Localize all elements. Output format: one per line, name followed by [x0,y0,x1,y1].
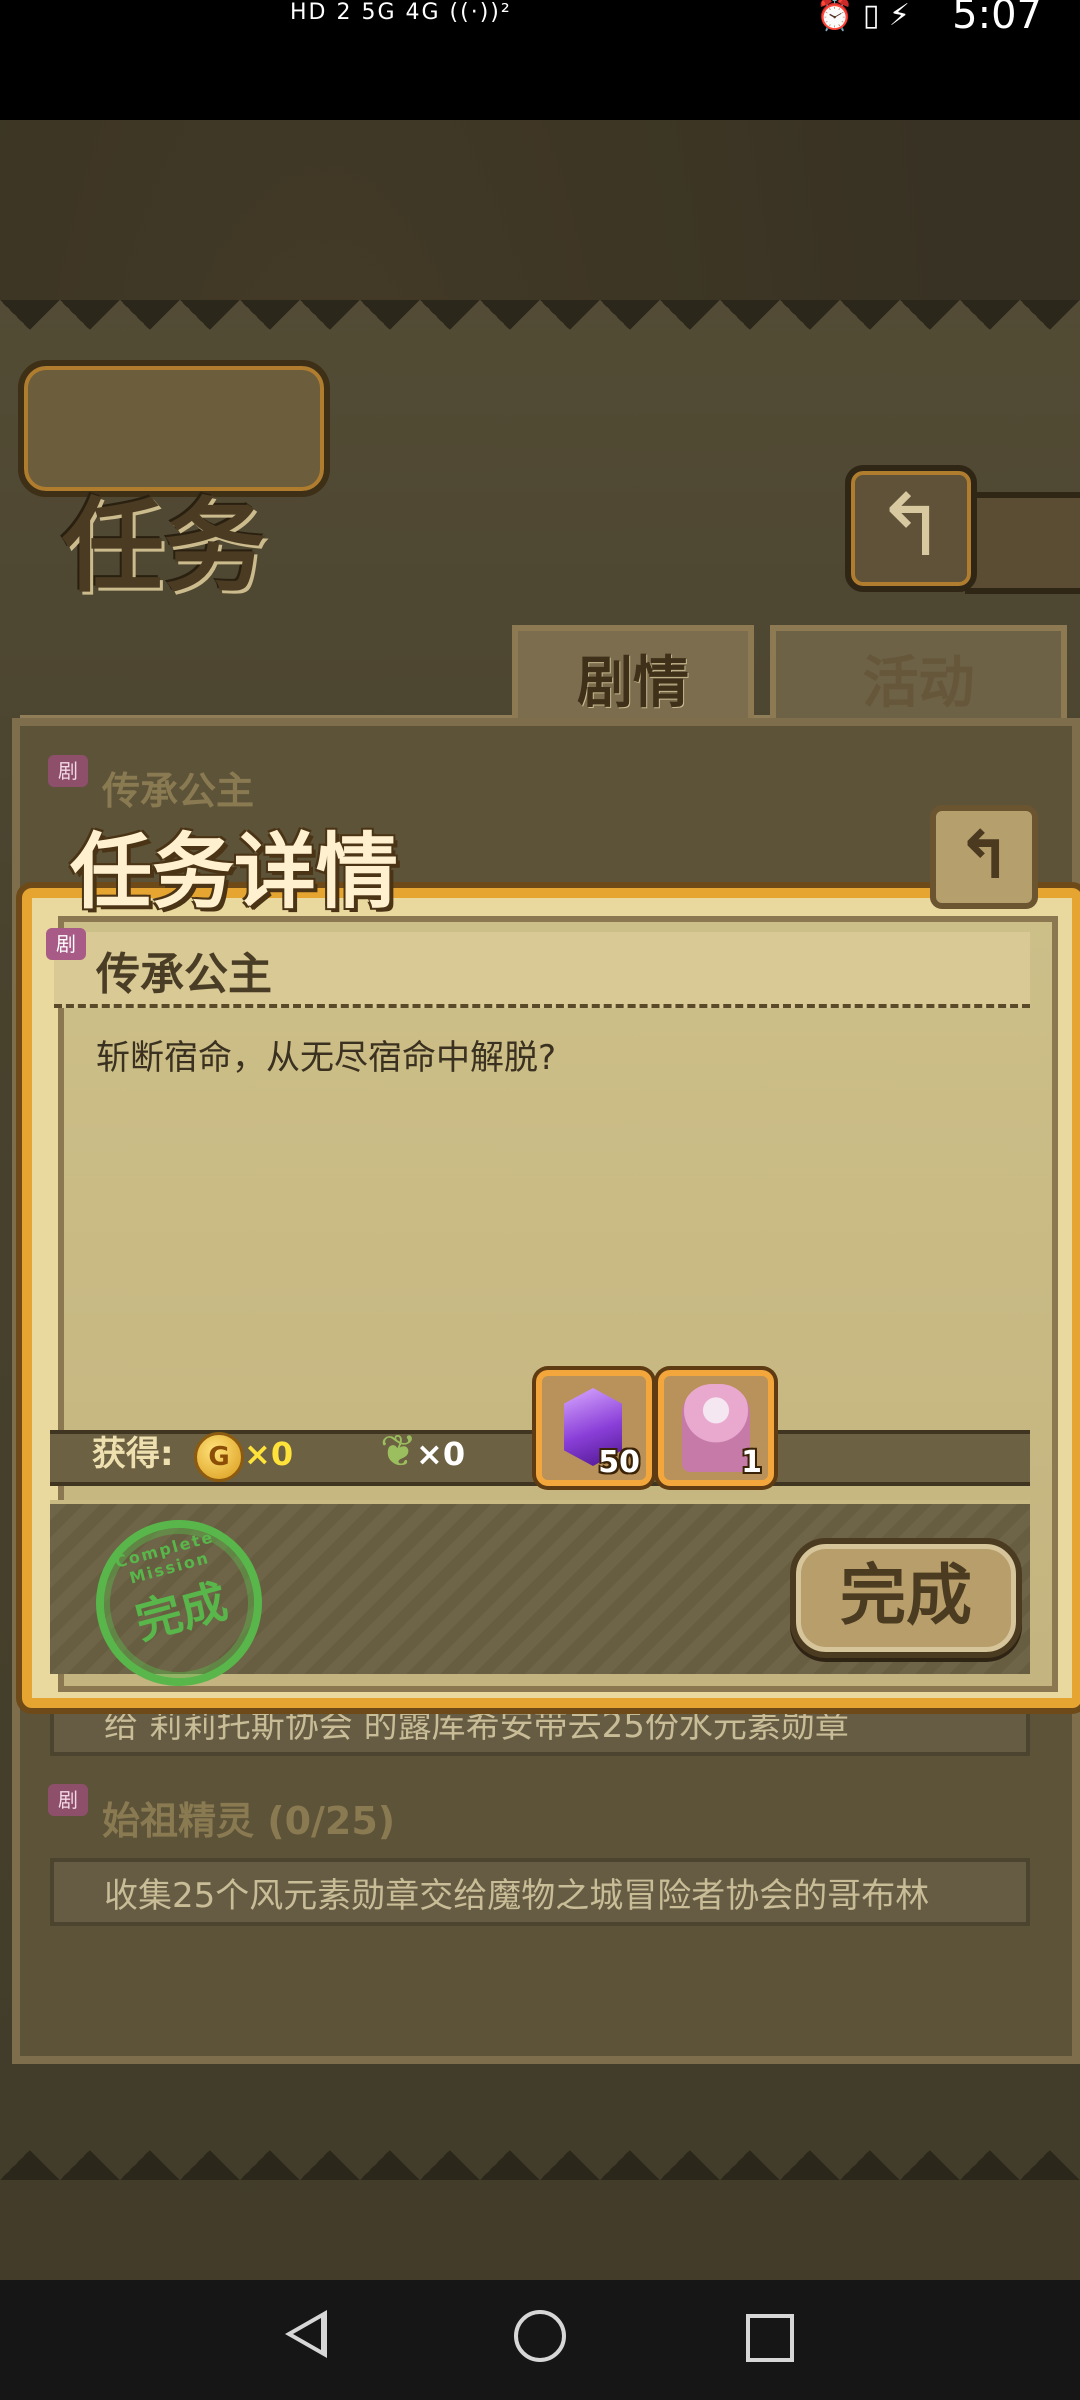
status-bar: HD 2 5G 4G ((·))² ⏰ ▯ ⚡ 5:07 [0,0,1080,120]
complete-button[interactable]: 完成 [790,1538,1022,1658]
nav-back-icon-inner [293,2318,321,2350]
quest-title: 始祖精灵 (0/25) [102,1799,396,1843]
quest-description: 收集25个风元素勋章交给魔物之城冒险者协会的哥布林 [50,1858,1030,1926]
item-count: 1 [741,1445,762,1480]
system-nav-bar [0,2280,1080,2400]
reward-item-crystal[interactable]: 50 [536,1370,652,1486]
quest-type-badge: 剧 [46,928,86,960]
quest-type-badge: 剧 [48,1784,88,1816]
feather-amount: ×0 [416,1435,466,1473]
status-icons: ⏰ ▯ ⚡ [816,0,910,33]
clock: 5:07 [952,0,1042,38]
item-count: 50 [598,1445,640,1480]
reward-label: 获得: [92,1434,174,1474]
back-arrow-icon: ↰ [956,817,1012,894]
coin-icon: G [194,1432,244,1482]
character-card-icon [682,1384,750,1472]
dialog-back-button[interactable]: ↰ [930,805,1038,909]
coin-amount: ×0 [244,1435,294,1473]
quest-title: 传承公主 [96,949,272,1000]
nav-recents-icon[interactable] [746,2314,794,2362]
back-plate-extension [965,492,1080,594]
reward-item-character[interactable]: 1 [658,1370,774,1486]
top-back-button[interactable]: ↰ [845,465,977,592]
quest-type-badge: 剧 [48,755,88,787]
quest-description: 斩断宿命，从无尽宿命中解脱? [96,1038,557,1078]
nav-home-icon[interactable] [514,2310,566,2362]
page-title: 任务 [62,488,266,607]
feather-icon: ❦ [380,1426,417,1477]
back-arrow-icon: ↰ [874,476,948,576]
network-indicators: HD 2 5G 4G ((·))² [290,0,512,25]
dialog-title: 任务详情 [70,825,399,920]
